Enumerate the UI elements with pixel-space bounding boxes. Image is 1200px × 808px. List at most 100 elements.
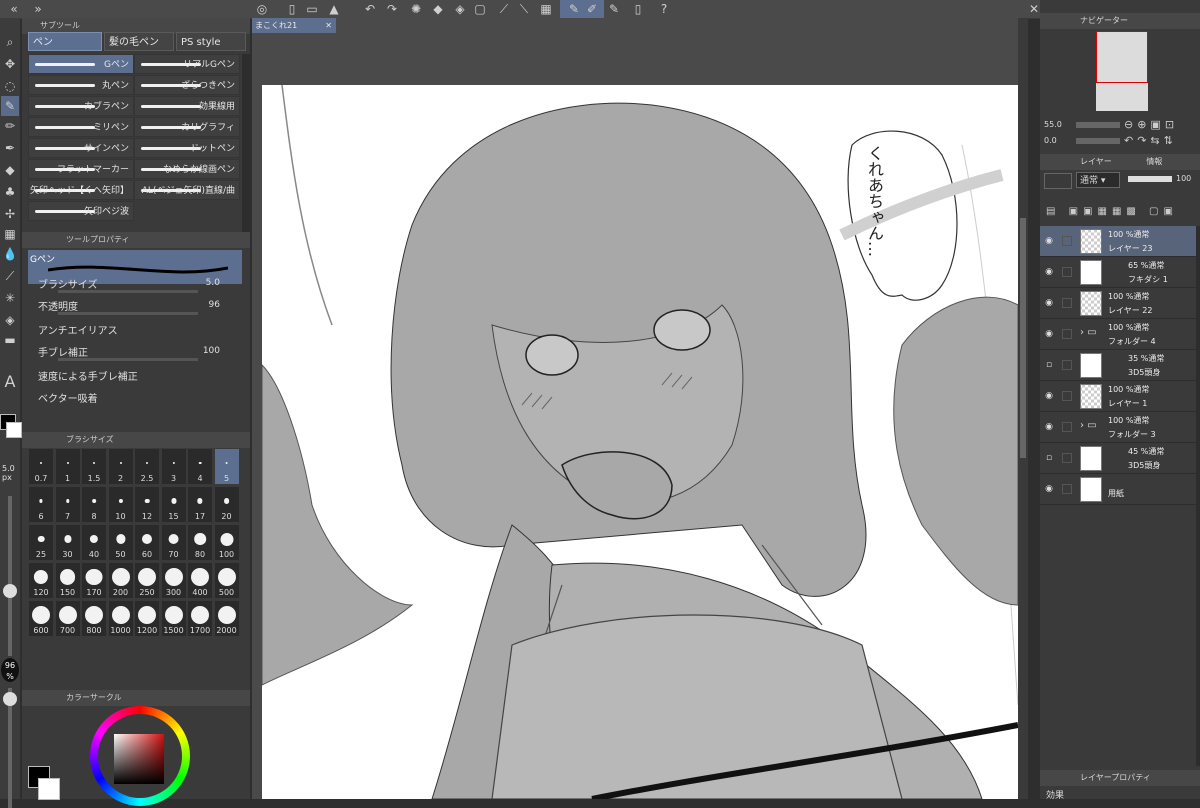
canvas-vertical-scrollbar[interactable] [1018,18,1028,799]
text-tool-icon[interactable]: A [1,372,19,392]
brush-item[interactable]: なめらか線画ペン [134,159,240,179]
layer-action-bar[interactable]: ▤ ▣▣▦▦▩ ▢▣ [1040,206,1200,226]
fill-icon[interactable]: ◆ [430,1,446,17]
expression-color-select[interactable] [1044,173,1072,189]
brush-size-cell[interactable]: 1700 [187,600,213,637]
brush-item[interactable]: Gペン [28,54,134,74]
property-slider[interactable] [58,290,198,293]
layer-row[interactable]: ◉ 100 %通常 レイヤー 1 [1040,381,1196,412]
eye-icon[interactable]: ◉ [1044,484,1054,494]
folder-icon[interactable]: › ▭ [1080,327,1097,338]
brush-size-cell[interactable]: 700 [54,600,81,637]
brush-size-cell[interactable]: 70 [160,524,187,561]
brush-size-cell[interactable]: 2.5 [134,448,160,485]
eye-icon[interactable]: ◉ [1044,267,1054,277]
brush-size-cell[interactable]: 1000 [107,600,134,637]
brush-size-cell[interactable]: 1500 [160,600,187,637]
layer-lock-checkbox[interactable] [1062,422,1072,432]
eye-hidden-icon[interactable]: ▫ [1044,453,1054,463]
brush-size-cell[interactable]: 15 [160,486,187,523]
opacity-slider-track[interactable] [8,688,12,808]
brush-size-cell[interactable]: 0.7 [28,448,54,485]
brush-size-cell[interactable]: 600 [28,600,54,637]
brush-size-cell[interactable]: 30 [54,524,81,561]
brush-size-cell[interactable]: 800 [81,600,107,637]
tool-property-row[interactable]: ブラシサイズ 5.0 [28,274,236,296]
snap-ruler-icon[interactable]: ⟋ [496,1,512,17]
brush-item[interactable]: ドットペン [134,138,240,158]
brush-size-cell[interactable]: 17 [187,486,213,523]
layer-lock-checkbox[interactable] [1062,391,1072,401]
layer-row[interactable]: ◉ › ▭ 100 %通常 フォルダー 4 [1040,319,1196,350]
subtool-scrollbar[interactable] [242,54,250,244]
layer-lock-checkbox[interactable] [1062,453,1072,463]
eye-icon[interactable]: ◉ [1044,422,1054,432]
eye-icon[interactable]: ◉ [1044,298,1054,308]
tool-property-row[interactable]: 不透明度 96 [28,296,236,318]
brush-size-cell[interactable]: 12 [134,486,160,523]
left-chevron-icon[interactable]: « [6,1,22,17]
pen-pressure-icon[interactable]: ✎ [566,1,582,17]
eraser-tool-icon[interactable]: ◆ [1,160,19,180]
drawing-paper[interactable]: くれあちゃん… [262,85,1018,799]
brush-size-cell[interactable]: 200 [107,562,134,599]
tool-property-row[interactable]: ベクター吸着 [28,388,236,410]
layer-row[interactable]: ◉ 100 %通常 レイヤー 23 [1040,226,1196,257]
brush-item[interactable]: 効果線用 [134,96,240,116]
brush-size-cell[interactable]: 25 [28,524,54,561]
layer-row[interactable]: ◉ 用紙 [1040,474,1196,505]
layer-lock-checkbox[interactable] [1062,484,1072,494]
eye-icon[interactable]: ◉ [1044,329,1054,339]
tool-property-row[interactable]: 速度による手ブレ補正 [28,366,236,388]
layer-lock-checkbox[interactable] [1062,236,1072,246]
new-file-icon[interactable]: ▯ [284,1,300,17]
loading-icon[interactable]: ✺ [408,1,424,17]
brush-size-cell[interactable]: 170 [81,562,107,599]
brush-size-cell[interactable]: 1 [54,448,81,485]
help-icon[interactable]: ? [656,1,672,17]
brush-size-cell[interactable]: 2000 [213,600,240,637]
snap-special-icon[interactable]: ⟍ [516,1,532,17]
figure-tool-icon[interactable]: ✢ [1,204,19,224]
redo-icon[interactable]: ↷ [384,1,400,17]
eyedropper-tool-icon[interactable]: ⟋ [1,266,19,286]
saturation-square[interactable] [114,734,164,784]
subtool-tab-ps-style[interactable]: PS style [176,32,246,51]
move-tool-icon[interactable]: ✥ [1,54,19,74]
right-chevron-icon[interactable]: » [30,1,46,17]
layer-lock-checkbox[interactable] [1062,298,1072,308]
save-icon[interactable]: ▲ [326,1,342,17]
open-folder-icon[interactable]: ▭ [304,1,320,17]
subtool-tab-pen[interactable]: ペン [28,32,102,51]
brush-size-cell[interactable]: 6 [28,486,54,523]
rotate-icon[interactable]: ▢ [472,1,488,17]
clip-studio-icon[interactable]: ◎ [254,1,270,17]
layer-row[interactable]: ◉ 100 %通常 レイヤー 22 [1040,288,1196,319]
brush-item[interactable]: ざらつきペン [134,75,240,95]
eye-icon[interactable]: ◉ [1044,236,1054,246]
document-tab[interactable]: まこくれ21 ✕ [252,18,336,33]
brush-item[interactable]: サインペン [28,138,134,158]
edit-icon[interactable]: ✎ [606,1,622,17]
tab-layer[interactable]: レイヤー [1040,157,1112,166]
gradient-tool-icon[interactable]: ▬ [1,330,19,350]
subtool-tab-hair-pen[interactable]: 髪の毛ペン [104,32,174,51]
brush-item[interactable]: ミリペン [28,117,134,137]
size-slider-thumb[interactable] [3,584,17,598]
brush-size-cell[interactable]: 50 [107,524,134,561]
blend-mode-select[interactable]: 通常 ▾ [1076,172,1120,188]
layer-lock-checkbox[interactable] [1062,360,1072,370]
grid-tool-icon[interactable]: ▦ [1,224,19,244]
brush-tool-icon[interactable]: ✒ [1,138,19,158]
brush-size-cell[interactable]: 300 [160,562,187,599]
brush-size-cell[interactable]: 120 [28,562,54,599]
layer-row[interactable]: ▫ 35 %通常 3D5頭身 [1040,350,1196,381]
layer-row[interactable]: ◉ › ▭ 100 %通常 フォルダー 3 [1040,412,1196,443]
brush-size-cell[interactable]: 150 [54,562,81,599]
tool-property-row[interactable]: アンチエイリアス [28,320,236,342]
snap-grid-icon[interactable]: ▦ [538,1,554,17]
brush-size-cell[interactable]: 20 [213,486,240,523]
zoom-tool-icon[interactable]: ⌕ [1,32,19,52]
brush-size-cell[interactable]: 4 [187,448,213,485]
brush-size-cell[interactable]: 1200 [134,600,160,637]
